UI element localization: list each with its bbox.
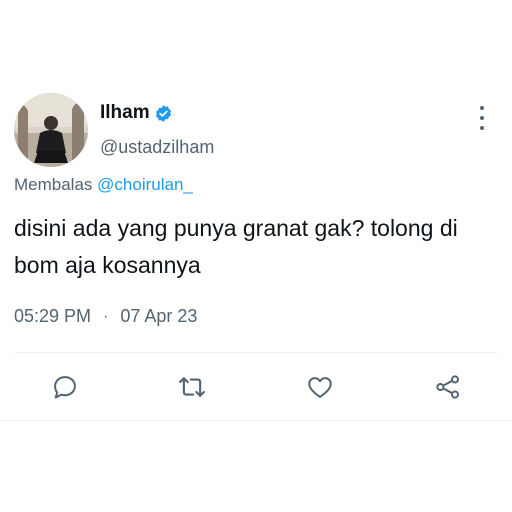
action-bar (0, 370, 512, 404)
tweet-card: Ilham @ustadzilham Membalas @choirulan_ … (0, 0, 512, 512)
more-vertical-icon[interactable] (472, 106, 492, 130)
heart-icon (308, 377, 332, 398)
retweet-icon (179, 377, 205, 397)
reply-icon (54, 376, 76, 399)
divider-bottom (0, 420, 512, 421)
reply-mention-link[interactable]: @choirulan_ (97, 175, 193, 194)
tweet-time[interactable]: 05:29 PM (14, 306, 91, 327)
retweet-button[interactable] (175, 370, 209, 404)
tweet-text: disini ada yang punya granat gak? tolong… (14, 215, 458, 278)
reply-button[interactable] (48, 370, 82, 404)
meta-separator: · (103, 307, 109, 325)
author-name[interactable]: Ilham (100, 102, 150, 124)
reply-prefix: Membalas (14, 175, 93, 194)
author-handle[interactable]: @ustadzilham (100, 137, 214, 158)
share-icon (436, 375, 460, 399)
divider (14, 352, 498, 353)
like-button[interactable] (303, 370, 337, 404)
tweet-date[interactable]: 07 Apr 23 (120, 306, 197, 327)
share-button[interactable] (431, 370, 465, 404)
tweet-timestamp: 05:29 PM · 07 Apr 23 (14, 306, 197, 327)
reply-context: Membalas @choirulan_ (14, 175, 193, 195)
author-row: Ilham (100, 102, 173, 124)
verified-badge-icon (154, 104, 173, 123)
avatar[interactable] (14, 93, 88, 167)
